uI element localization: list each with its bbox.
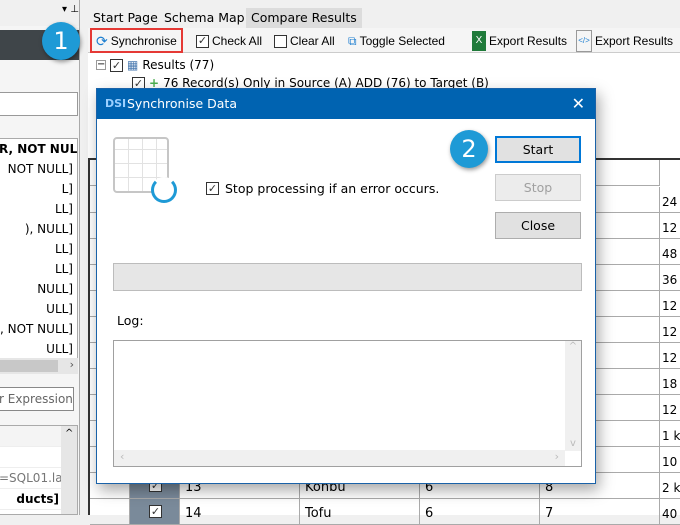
left-panel: ▾ ⊥ R, NOT NULL] NOT NULL] L] LL] ), NUL…	[0, 0, 80, 515]
grid-cell[interactable]: 12	[660, 213, 680, 239]
filter-expression-input[interactable]: r Expression	[0, 387, 74, 411]
toolbar: ⟳ Synchronise ✓ Check All Clear All ⧉ Toggl…	[88, 28, 680, 53]
checkbox-checked-icon[interactable]: ✓	[110, 58, 123, 72]
grid-cell[interactable]: 18	[660, 369, 680, 395]
vertical-scrollbar[interactable]: ^ v	[565, 341, 581, 451]
row-checkbox[interactable]: ✓	[130, 499, 180, 525]
clear-all-button[interactable]: Clear All	[274, 31, 335, 51]
horizontal-scrollbar[interactable]: ›	[0, 358, 78, 374]
export-html-button[interactable]: </> Export Results	[576, 30, 673, 52]
properties-list: =SQL01.lal ducts] ^	[0, 425, 78, 515]
grid-cell[interactable]: 6	[420, 499, 540, 525]
synchronise-dialog: DSI Synchronise Data ✕ ✓ Stop processing…	[96, 88, 596, 484]
synchronise-button[interactable]: ⟳ Synchronise	[90, 28, 183, 53]
checkbox-checked-icon: ✓	[149, 505, 162, 518]
checkbox-checked-icon: ✓	[196, 34, 209, 48]
row-header[interactable]	[90, 499, 130, 525]
search-input[interactable]	[0, 92, 78, 116]
panel-header: ▾ ⊥	[0, 0, 79, 26]
column-item[interactable]: LL]	[0, 239, 77, 259]
grid-cell[interactable]: 10	[660, 447, 680, 473]
column-item[interactable]: NULL]	[0, 279, 77, 299]
close-icon[interactable]: ✕	[572, 89, 585, 119]
close-button[interactable]: Close	[495, 212, 581, 239]
app-logo-icon: DSI	[105, 97, 127, 110]
step-2-badge: 2	[450, 130, 488, 168]
grid-cell[interactable]: 12	[660, 291, 680, 317]
pin-icon[interactable]: ▾ ⊥	[62, 4, 79, 15]
tree-node-results[interactable]: − ✓ ▦ Results (77)	[96, 58, 214, 72]
column-item[interactable]: , NOT NULL]	[0, 319, 77, 339]
checkbox-checked-icon: ✓	[206, 182, 219, 195]
grid-cell[interactable]: 2 k	[660, 473, 680, 499]
tab-schema-map[interactable]: Schema Map	[159, 8, 250, 28]
checkbox-empty-icon	[274, 34, 287, 48]
column-item[interactable]: L]	[0, 179, 77, 199]
column-item[interactable]: ULL]	[0, 299, 77, 319]
excel-icon: X	[472, 31, 486, 51]
column-item[interactable]: R, NOT NULL]	[0, 139, 77, 159]
grid-sync-icon	[113, 137, 177, 203]
vertical-scrollbar[interactable]: ^	[61, 426, 77, 514]
grid-cell[interactable]: 48	[660, 239, 680, 265]
grid-cell[interactable]: 24	[660, 187, 680, 213]
column-list: R, NOT NULL] NOT NULL] L] LL] ), NULL] L…	[0, 138, 78, 374]
column-item[interactable]: LL]	[0, 199, 77, 219]
step-1-badge: 1	[42, 22, 80, 60]
table-icon: ▦	[127, 58, 139, 72]
grid-cell[interactable]: 40	[660, 499, 680, 525]
log-label: Log:	[117, 313, 144, 328]
sync-icon: ⟳	[96, 32, 108, 49]
check-all-button[interactable]: ✓ Check All	[196, 31, 262, 51]
chevron-right-icon[interactable]: ›	[70, 358, 74, 371]
stop-button[interactable]: Stop	[495, 174, 581, 201]
column-item[interactable]: NOT NULL]	[0, 159, 77, 179]
collapse-icon[interactable]: −	[96, 60, 106, 70]
stop-on-error-checkbox[interactable]: ✓ Stop processing if an error occurs.	[206, 181, 439, 196]
grid-cell[interactable]: 1 k	[660, 421, 680, 447]
grid-cell[interactable]: 12	[660, 317, 680, 343]
grid-cell[interactable]: 14	[180, 499, 300, 525]
toggle-selected-button[interactable]: ⧉ Toggle Selected	[348, 31, 445, 51]
grid-cell[interactable]: 36	[660, 265, 680, 291]
progress-bar	[113, 263, 582, 291]
grid-cell[interactable]: 12	[660, 395, 680, 421]
dialog-title: DSI Synchronise Data ✕	[97, 89, 595, 119]
toggle-icon: ⧉	[348, 34, 357, 48]
start-button[interactable]: Start	[495, 136, 581, 163]
tab-start-page[interactable]: Start Page	[88, 8, 163, 28]
horizontal-scrollbar[interactable]: ‹ ›	[114, 450, 565, 466]
column-item[interactable]: LL]	[0, 259, 77, 279]
grid-cell[interactable]: 12	[660, 343, 680, 369]
grid-cell[interactable]: Tofu	[300, 499, 420, 525]
html-icon: </>	[576, 30, 592, 52]
log-textarea[interactable]: ^ v ‹ ›	[113, 340, 582, 467]
column-item[interactable]: ULL]	[0, 339, 77, 359]
tab-compare-results[interactable]: Compare Results	[246, 8, 362, 28]
export-excel-button[interactable]: X Export Results	[472, 31, 567, 51]
column-item[interactable]: ), NULL]	[0, 219, 77, 239]
grid-cell[interactable]: 7	[540, 499, 660, 525]
